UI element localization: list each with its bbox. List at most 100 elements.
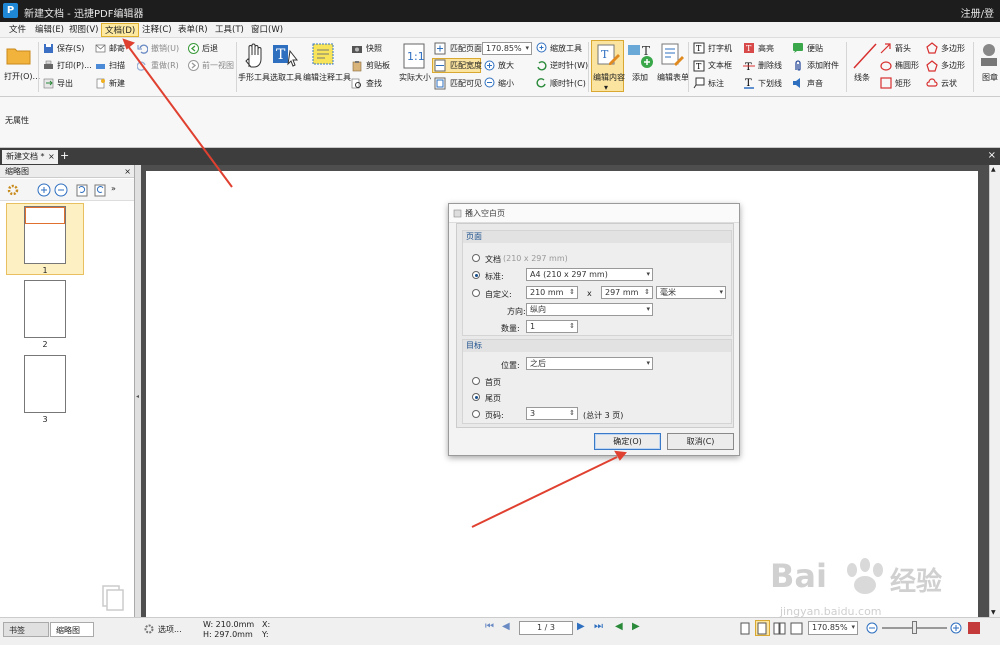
highlight-button[interactable]: 高亮 (758, 44, 774, 54)
open-folder-icon[interactable] (6, 44, 32, 66)
tab-new-document[interactable]: 新建文档 * × (2, 150, 58, 164)
menu-file[interactable]: 文件 (6, 23, 29, 37)
first-page-icon[interactable]: ⏮ (485, 622, 494, 632)
count-stepper[interactable]: 1 ⇕ (526, 320, 578, 333)
custom-size-radio[interactable] (472, 289, 480, 297)
fit-view-icon[interactable] (790, 622, 804, 635)
cloud-button[interactable]: 云状 (941, 79, 957, 89)
back-nav-icon[interactable]: ◀ (615, 622, 623, 632)
page-number-radio[interactable] (472, 410, 480, 418)
polygon-button[interactable]: 多边形 (941, 44, 965, 54)
rotate-cw-button[interactable]: 顺时针(C) (550, 79, 586, 89)
menu-window[interactable]: 窗口(W) (248, 23, 286, 37)
new-button[interactable]: 新建 (109, 79, 125, 89)
zoom-tool-button[interactable]: 缩放工具 (550, 44, 582, 54)
cancel-button[interactable]: 取消(C) (667, 433, 734, 450)
snapshot-button[interactable]: 快照 (366, 44, 382, 54)
zoom-in-icon[interactable] (950, 622, 962, 634)
line-button[interactable]: 线条 (854, 73, 870, 83)
more-icon[interactable]: » (111, 184, 116, 193)
unit-select[interactable]: 毫米 ▾ (656, 286, 726, 299)
sound-button[interactable]: 声音 (807, 79, 823, 89)
facing-page-icon[interactable] (773, 622, 787, 635)
single-page-icon[interactable] (740, 622, 750, 635)
tab-thumbnails[interactable]: 缩略图 (50, 622, 94, 637)
callout-button[interactable]: 标注 (708, 79, 724, 89)
pdf-icon[interactable] (967, 621, 981, 635)
rotate-ccw-button[interactable]: 逆时针(W) (550, 61, 588, 71)
zoom-in-thumb-icon[interactable] (37, 183, 51, 197)
mail-button[interactable]: 邮寄 (109, 44, 125, 54)
undo-button[interactable]: 撤销(U) (151, 44, 179, 54)
menu-edit[interactable]: 编辑(E) (32, 23, 67, 37)
orientation-select[interactable]: 纵向 ▾ (526, 303, 653, 316)
forward-nav-icon[interactable]: ▶ (632, 622, 640, 632)
export-button[interactable]: 导出 (57, 79, 73, 89)
add-tab-icon[interactable]: + (60, 150, 69, 162)
page-number-input[interactable]: 1 / 3 (519, 621, 573, 635)
custom-width-stepper[interactable]: 210 mm ⇕ (526, 286, 578, 299)
menu-view[interactable]: 视图(V) (66, 23, 101, 37)
close-icon[interactable]: × (465, 207, 733, 218)
standard-size-radio[interactable] (472, 271, 480, 279)
print-button[interactable]: 打印(P)... (57, 61, 92, 71)
edit-form-button[interactable]: 编辑表单 (657, 73, 689, 83)
zoom-out-thumb-icon[interactable] (54, 183, 68, 197)
polyline-button[interactable]: 多边形 (941, 61, 965, 71)
menu-tools[interactable]: 工具(T) (212, 23, 247, 37)
edit-annotation-button[interactable]: 编辑注释工具 (303, 73, 351, 83)
select-tool-button[interactable]: 选取工具 (270, 73, 302, 83)
scan-button[interactable]: 扫描 (109, 61, 125, 71)
options-button[interactable]: 选项... (158, 625, 182, 635)
zoom-out-button[interactable]: 缩小 (498, 79, 514, 89)
add-button[interactable]: 添加 (632, 73, 648, 83)
gear-icon[interactable] (6, 183, 20, 197)
zoom-slider-thumb[interactable] (912, 621, 917, 634)
position-select[interactable]: 之后 ▾ (526, 357, 653, 370)
back-button[interactable]: 后退 (202, 44, 218, 54)
next-page-icon[interactable]: ▶ (577, 622, 585, 632)
prev-page-icon[interactable]: ◀ (502, 622, 510, 632)
menu-document[interactable]: 文档(D) (101, 23, 140, 37)
rectangle-button[interactable]: 矩形 (895, 79, 911, 89)
fit-width-button[interactable]: 匹配宽度 (450, 61, 482, 71)
page-thumbnail-1[interactable] (24, 206, 66, 264)
first-page-radio[interactable] (472, 377, 480, 385)
ok-button[interactable]: 确定(O) (594, 433, 661, 450)
page-thumbnail-3[interactable] (24, 355, 66, 413)
page-thumbnail-2[interactable] (24, 280, 66, 338)
stamp-button[interactable]: 图章 (982, 73, 998, 83)
attach-file-button[interactable]: 添加附件 (807, 61, 839, 71)
rotate-thumb-cw-icon[interactable] (93, 183, 107, 197)
close-icon[interactable]: × (988, 150, 996, 162)
typewriter-button[interactable]: 打字机 (708, 44, 732, 54)
gear-icon[interactable] (143, 623, 155, 635)
custom-height-stepper[interactable]: 297 mm ⇕ (601, 286, 653, 299)
menu-comment[interactable]: 注释(C) (139, 23, 175, 37)
doc-size-radio[interactable] (472, 254, 480, 262)
zoom-out-icon[interactable] (866, 622, 878, 634)
zoom-in-button[interactable]: 放大 (498, 61, 514, 71)
save-button[interactable]: 保存(S) (57, 44, 84, 54)
textbox-button[interactable]: 文本框 (708, 61, 732, 71)
fit-page-button[interactable]: 匹配页面 (450, 44, 482, 54)
redo-button[interactable]: 重做(R) (151, 61, 179, 71)
last-page-icon[interactable]: ⏭ (594, 622, 603, 632)
underline-button[interactable]: 下划线 (758, 79, 782, 89)
vertical-scrollbar[interactable]: ▲ ▼ (989, 165, 1000, 617)
tab-bookmarks[interactable]: 书签 (3, 622, 49, 637)
ellipse-button[interactable]: 椭圆形 (895, 61, 919, 71)
login-link[interactable]: 注册/登 (961, 5, 994, 20)
open-button[interactable]: 打开(O)... (4, 72, 40, 82)
zoom-level-select[interactable]: 170.85% ▾ (808, 621, 858, 635)
standard-size-select[interactable]: A4 (210 x 297 mm) ▾ (526, 268, 653, 281)
actual-size-button[interactable]: 实际大小 (399, 73, 431, 83)
clipboard-button[interactable]: 剪贴板 (366, 61, 390, 71)
sticky-note-button[interactable]: 便贴 (807, 44, 823, 54)
forward-view-button[interactable]: 前一视图 (202, 61, 234, 71)
hand-tool-button[interactable]: 手形工具 (238, 73, 270, 83)
close-icon[interactable]: × (124, 165, 131, 178)
rotate-thumb-ccw-icon[interactable] (75, 183, 89, 197)
find-button[interactable]: 查找 (366, 79, 382, 89)
zoom-select[interactable]: 170.85% ▾ (482, 42, 532, 55)
